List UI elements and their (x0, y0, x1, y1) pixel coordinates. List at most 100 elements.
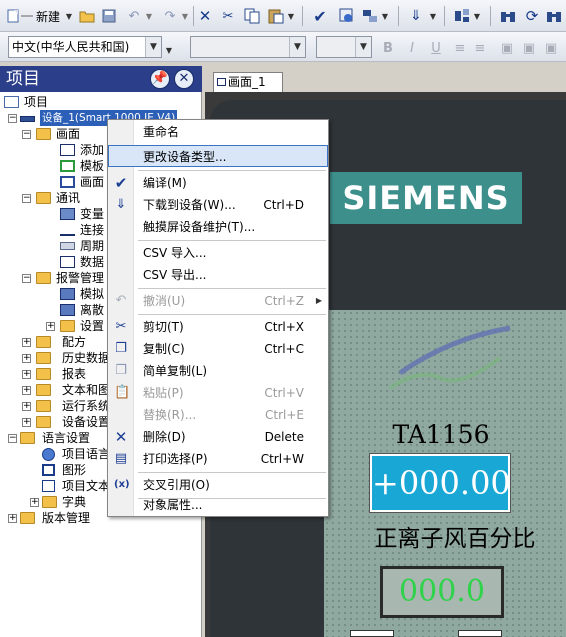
menu-item-undo[interactable]: ↶ 撤消(U) Ctrl+Z ▶ (108, 290, 328, 312)
align-left-icon[interactable]: ≡ (452, 38, 468, 58)
discrete-alarm-icon (60, 304, 75, 316)
distribute-icon[interactable]: ▣ (520, 38, 538, 58)
folder-icon (20, 432, 35, 444)
folder-icon (36, 416, 51, 428)
menu-item-device-maintenance[interactable]: 触摸屏设备维护(T)... (108, 216, 328, 238)
menu-item-paste[interactable]: 📋 粘贴(P) Ctrl+V (108, 382, 328, 404)
expand-icon[interactable]: + (30, 498, 39, 507)
chevron-down-icon[interactable]: ▼ (289, 37, 305, 57)
collapse-icon[interactable]: − (8, 434, 17, 443)
transfer-icon[interactable] (360, 6, 380, 26)
project-pane-title: 项目 (6, 69, 40, 89)
refresh-icon[interactable]: ⟳ (522, 6, 542, 26)
expand-icon[interactable]: + (22, 402, 31, 411)
connection-icon (60, 224, 75, 236)
expand-icon[interactable]: + (8, 514, 17, 523)
collapse-icon[interactable]: − (22, 274, 31, 283)
language-dropdown-icon[interactable]: ▼ (164, 40, 174, 60)
expand-icon[interactable]: + (22, 370, 31, 379)
menu-item-delete[interactable]: ✕ 删除(D) Delete (108, 426, 328, 448)
button-partial[interactable] (458, 630, 502, 637)
download-arrow-dropdown-icon[interactable]: ▼ (428, 6, 438, 26)
tab-screen-1[interactable]: 画面_1 (213, 72, 283, 92)
menu-item-csv-import[interactable]: CSV 导入... (108, 242, 328, 264)
menu-item-label: CSV 导出... (143, 268, 207, 282)
tab-label: 画面_1 (228, 75, 266, 89)
menu-item-shortcut: Ctrl+V (264, 386, 304, 400)
menu-item-object-properties[interactable]: 对象属性... (108, 494, 328, 516)
menu-item-change-device-type[interactable]: 更改设备类型... (108, 145, 328, 167)
copy-icon[interactable] (242, 6, 262, 26)
paste-icon: 📋 (114, 385, 131, 400)
data-record-icon (60, 256, 75, 268)
folder-icon (36, 272, 51, 284)
value-display-2[interactable]: 000.0 (380, 566, 504, 618)
project-icon (4, 96, 19, 108)
collapse-icon[interactable]: − (22, 130, 31, 139)
menu-item-compile[interactable]: ✔ 编译(M) (108, 172, 328, 194)
transfer-dropdown-icon[interactable]: ▼ (380, 6, 390, 26)
redo-dropdown-icon[interactable]: ▼ (180, 6, 190, 26)
underline-icon[interactable]: U (428, 38, 444, 58)
menu-item-cut[interactable]: ✂ 剪切(T) Ctrl+X (108, 316, 328, 338)
pin-icon[interactable]: 📌 (150, 69, 170, 89)
collapse-icon[interactable]: − (8, 114, 17, 123)
save-icon[interactable] (100, 6, 118, 26)
expand-icon[interactable]: + (46, 322, 55, 331)
bold-icon[interactable]: B (380, 38, 396, 58)
object-group-dropdown-icon[interactable]: ▼ (472, 6, 482, 26)
menu-item-download[interactable]: ⇓ 下载到设备(W)... Ctrl+D (108, 194, 328, 216)
cut-icon[interactable]: ✂ (218, 6, 238, 26)
language-select-value: 中文(中华人民共和国) (12, 40, 130, 54)
redo-icon[interactable]: ↷ (160, 6, 180, 26)
menu-item-cross-reference[interactable]: (x) 交叉引用(O) (108, 474, 328, 496)
menu-item-csv-export[interactable]: CSV 导出... (108, 264, 328, 286)
italic-icon[interactable]: I (404, 38, 420, 58)
align-right-icon[interactable]: ≡ (472, 38, 488, 58)
paste-dropdown-icon[interactable]: ▼ (286, 6, 296, 26)
language-select[interactable]: 中文(中华人民共和国) ▼ (8, 36, 162, 58)
delete-icon[interactable]: ✕ (196, 6, 214, 26)
tree-item-label: 文本和图 (62, 383, 111, 397)
close-icon[interactable]: ✕ (174, 69, 194, 89)
download-arrow-icon[interactable]: ⇓ (406, 6, 426, 26)
binoculars-icon[interactable] (498, 6, 518, 26)
expand-icon[interactable]: + (22, 386, 31, 395)
tree-item-label: 变量 (80, 207, 105, 221)
collapse-icon[interactable]: − (22, 194, 31, 203)
menu-item-print-selection[interactable]: ▤ 打印选择(P) Ctrl+W (108, 448, 328, 470)
compile-icon[interactable]: ✔ (310, 6, 330, 26)
siemens-logo: SIEMENS (330, 172, 522, 224)
menu-item-simple-copy[interactable]: ❐ 简单复制(L) (108, 360, 328, 382)
chevron-down-icon[interactable]: ▼ (355, 37, 371, 57)
object-group-icon[interactable] (452, 6, 472, 26)
new-icon[interactable] (4, 6, 36, 26)
paste-icon[interactable] (266, 6, 286, 26)
expand-icon[interactable]: + (22, 338, 31, 347)
screen-icon (60, 176, 75, 188)
graphics-icon (42, 464, 55, 476)
menu-item-replace[interactable]: 替换(R)... Ctrl+E (108, 404, 328, 426)
download-arrow-icon: ⇓ (115, 197, 127, 212)
menu-item-rename[interactable]: 重命名 (108, 121, 328, 143)
layer-icon[interactable]: ▣ (542, 38, 560, 58)
undo-dropdown-icon[interactable]: ▼ (144, 6, 154, 26)
chevron-down-icon[interactable]: ▼ (145, 37, 161, 57)
binoculars-next-icon[interactable] (544, 6, 564, 26)
expand-icon[interactable]: + (22, 354, 31, 363)
device-icon (20, 116, 35, 122)
tree-item-label: 语言设置 (42, 431, 91, 445)
tree-item-label: 报警管理 (56, 271, 105, 285)
menu-item-copy[interactable]: ❐ 复制(C) Ctrl+C (108, 338, 328, 360)
new-button[interactable]: 新建 (34, 6, 62, 26)
font-size-select[interactable]: ▼ (316, 36, 372, 58)
button-partial[interactable] (350, 630, 394, 637)
download-icon[interactable] (336, 6, 356, 26)
align-objects-icon[interactable]: ▣ (498, 38, 516, 58)
expand-icon[interactable]: + (22, 418, 31, 427)
value-display-1[interactable]: +000.00 (369, 453, 511, 513)
font-select[interactable]: ▼ (190, 36, 306, 58)
new-dropdown-icon[interactable]: ▼ (64, 6, 74, 26)
undo-icon[interactable]: ↶ (124, 6, 144, 26)
open-folder-icon[interactable] (78, 6, 96, 26)
